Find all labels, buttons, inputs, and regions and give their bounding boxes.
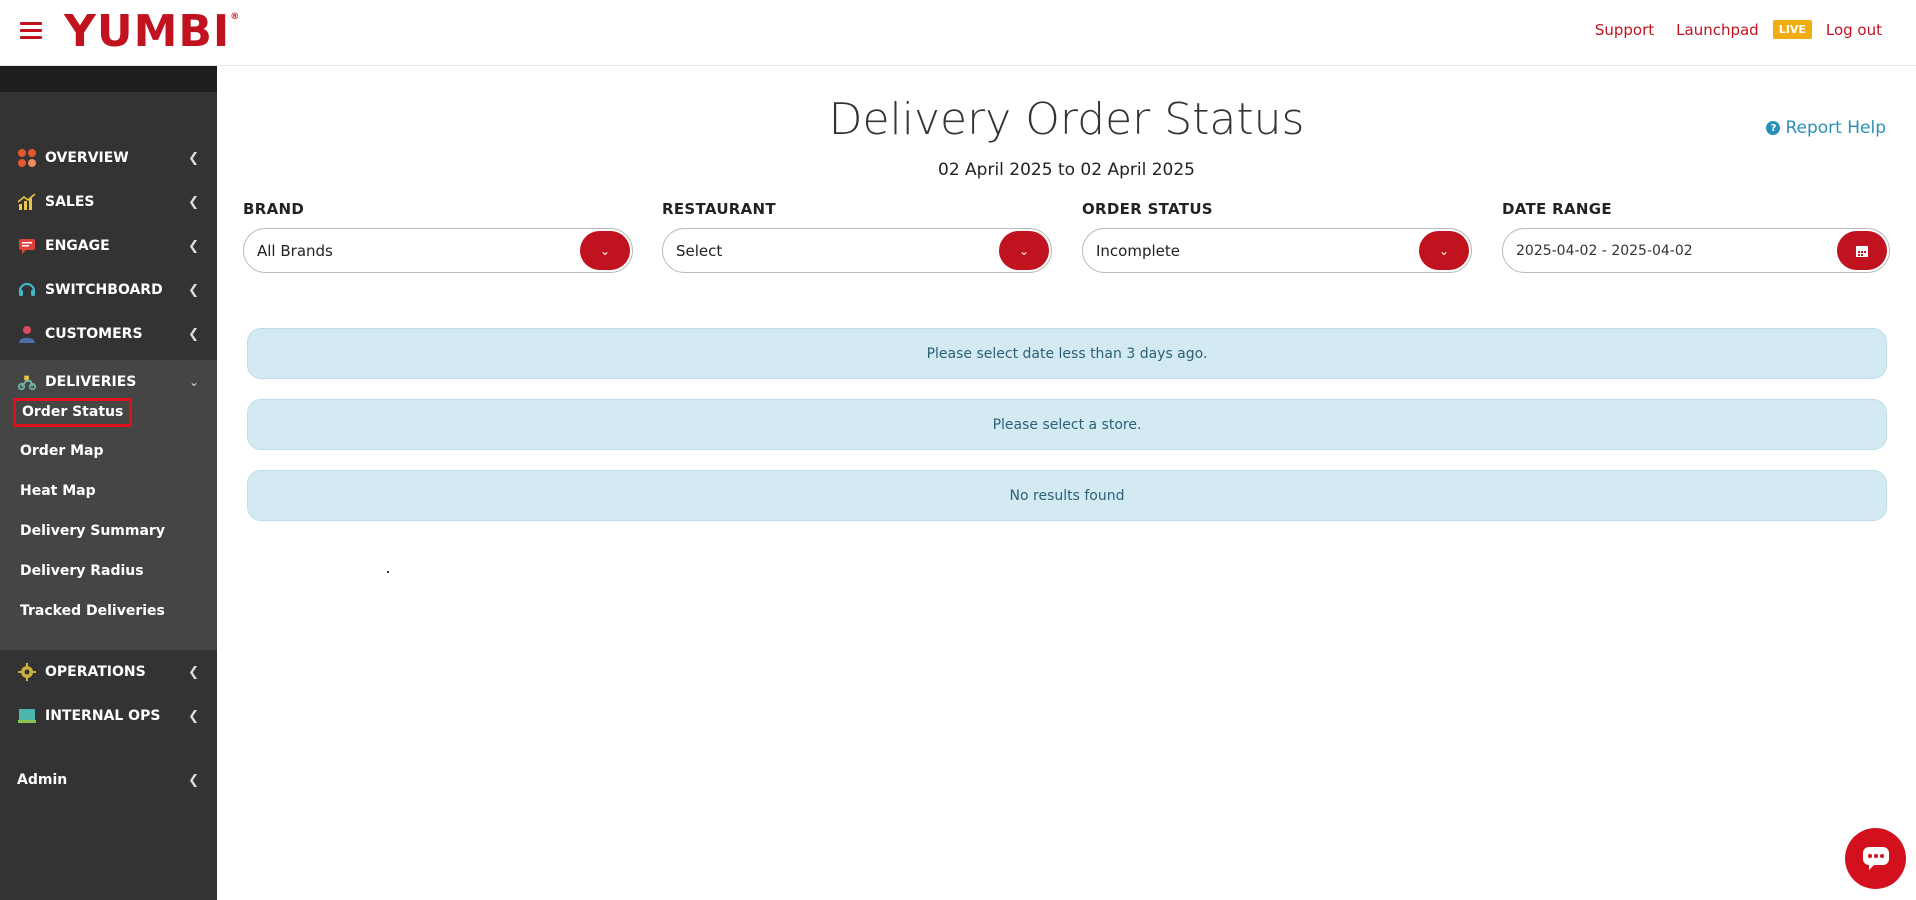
date-range-subtitle: 02 April 2025 to 02 April 2025 — [938, 160, 1195, 180]
chat-widget-button[interactable] — [1845, 828, 1906, 889]
chevron-left-icon: ❮ — [188, 150, 199, 166]
chevron-down-icon[interactable]: ⌄ — [1419, 231, 1469, 270]
date-range-filter: DATE RANGE 2025-04-02 - 2025-04-02 — [1502, 200, 1890, 273]
sales-chart-icon — [17, 192, 37, 212]
restaurant-filter: RESTAURANT Select ⌄ — [662, 200, 1052, 273]
chat-icon — [17, 236, 37, 256]
restaurant-select[interactable]: Select ⌄ — [662, 228, 1052, 273]
chevron-left-icon: ❮ — [188, 664, 199, 680]
sidebar-item-admin[interactable]: Admin ❮ — [0, 758, 217, 802]
order-status-label: ORDER STATUS — [1082, 200, 1213, 218]
chevron-left-icon: ❮ — [188, 326, 199, 342]
sidebar-sub-tracked-deliveries[interactable]: Tracked Deliveries — [20, 603, 165, 619]
sidebar-sub-delivery-radius[interactable]: Delivery Radius — [20, 563, 144, 579]
sidebar-sub-order-map[interactable]: Order Map — [20, 443, 104, 459]
chevron-left-icon: ❮ — [188, 772, 199, 788]
chevron-down-icon: ⌄ — [188, 375, 199, 389]
sidebar-item-switchboard[interactable]: SWITCHBOARD ❮ — [0, 268, 217, 312]
sidebar-top-bar — [0, 66, 217, 92]
overview-icon — [17, 148, 37, 168]
date-range-input[interactable]: 2025-04-02 - 2025-04-02 — [1502, 228, 1890, 273]
brand-filter: BRAND All Brands ⌄ — [243, 200, 633, 273]
scooter-icon — [17, 372, 37, 392]
chevron-left-icon: ❮ — [188, 238, 199, 254]
monitor-icon — [17, 706, 37, 726]
logout-link[interactable]: Log out — [1826, 21, 1882, 39]
alert-no-results: No results found — [247, 470, 1887, 521]
chevron-left-icon: ❮ — [188, 708, 199, 724]
hamburger-menu-icon[interactable] — [20, 22, 42, 40]
deliveries-group: DELIVERIES ⌄ Order Status Order Map Heat… — [0, 360, 217, 650]
sidebar-item-overview[interactable]: OVERVIEW ❮ — [0, 136, 217, 180]
order-status-select[interactable]: Incomplete ⌄ — [1082, 228, 1472, 273]
restaurant-label: RESTAURANT — [662, 200, 776, 218]
gear-icon — [17, 662, 37, 682]
chevron-down-icon[interactable]: ⌄ — [999, 231, 1049, 270]
page-title: Delivery Order Status — [828, 94, 1305, 145]
chat-bubble-icon — [1862, 846, 1889, 870]
sidebar-sub-heat-map[interactable]: Heat Map — [20, 483, 96, 499]
alert-select-store: Please select a store. — [247, 399, 1887, 450]
calendar-icon[interactable] — [1837, 231, 1887, 270]
top-links: Support Launchpad LIVE Log out — [1595, 20, 1882, 39]
date-range-label: DATE RANGE — [1502, 200, 1612, 218]
sidebar-item-sales[interactable]: SALES ❮ — [0, 180, 217, 224]
chevron-left-icon: ❮ — [188, 194, 199, 210]
sidebar-sub-order-status[interactable]: Order Status — [13, 398, 133, 427]
question-icon: ? — [1766, 121, 1781, 135]
chevron-left-icon: ❮ — [188, 282, 199, 298]
user-icon — [17, 324, 37, 344]
sidebar-item-customers[interactable]: CUSTOMERS ❮ — [0, 312, 217, 356]
sidebar-item-operations[interactable]: OPERATIONS ❮ — [0, 650, 217, 694]
sidebar-item-internal-ops[interactable]: INTERNAL OPS ❮ — [0, 694, 217, 738]
order-status-filter: ORDER STATUS Incomplete ⌄ — [1082, 200, 1472, 273]
report-help-link[interactable]: ? Report Help — [1766, 118, 1886, 138]
headset-icon — [17, 280, 37, 300]
chevron-down-icon[interactable]: ⌄ — [580, 231, 630, 270]
alert-date-limit: Please select date less than 3 days ago. — [247, 328, 1887, 379]
sidebar: OVERVIEW ❮ SALES ❮ ENGAGE ❮ SWITCHBOARD … — [0, 66, 217, 900]
sidebar-sub-delivery-summary[interactable]: Delivery Summary — [20, 523, 165, 539]
launchpad-link[interactable]: Launchpad — [1676, 21, 1759, 39]
sidebar-item-engage[interactable]: ENGAGE ❮ — [0, 224, 217, 268]
brand-label: BRAND — [243, 200, 305, 218]
brand-select[interactable]: All Brands ⌄ — [243, 228, 633, 273]
top-header: YUMBI® Support Launchpad LIVE Log out — [0, 0, 1916, 66]
live-badge: LIVE — [1772, 20, 1812, 39]
support-link[interactable]: Support — [1595, 21, 1654, 39]
stray-dot — [387, 571, 389, 573]
yumbi-logo[interactable]: YUMBI® — [64, 6, 240, 57]
